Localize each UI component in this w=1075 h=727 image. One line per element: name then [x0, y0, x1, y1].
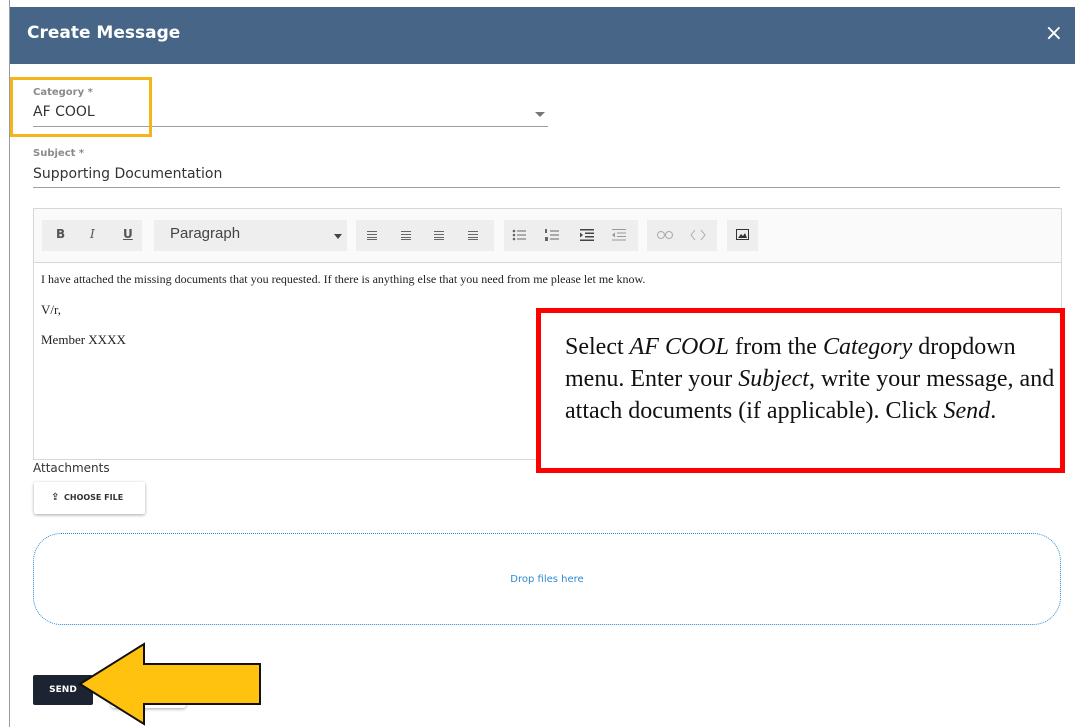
- align-center-icon[interactable]: [401, 231, 411, 240]
- instruction-callout: Select AF COOL from the Category dropdow…: [536, 308, 1065, 473]
- numbered-list-icon[interactable]: [545, 229, 559, 241]
- message-line-3: Member XXXX: [41, 332, 126, 347]
- choose-file-button[interactable]: ⇪ CHOOSE FILE: [34, 482, 145, 514]
- dialog-header: Create Message ×: [10, 7, 1075, 64]
- close-icon[interactable]: ×: [1045, 20, 1063, 48]
- subject-underline: [33, 187, 1060, 188]
- bold-button[interactable]: B: [56, 227, 65, 241]
- instruction-text: Select AF COOL from the Category dropdow…: [565, 334, 1055, 424]
- align-left-icon[interactable]: [367, 231, 377, 240]
- message-line-1: I have attached the missing documents th…: [41, 272, 646, 286]
- message-line-2: V/r,: [41, 302, 62, 317]
- italic-button[interactable]: I: [90, 227, 95, 241]
- format-select-label: Paragraph: [170, 225, 241, 242]
- dialog-title: Create Message: [27, 23, 181, 43]
- upload-icon: ⇪: [51, 492, 60, 503]
- unlink-icon[interactable]: [690, 229, 706, 241]
- editor-toolbar: B I U Paragraph: [34, 209, 1061, 263]
- highlight-box: [10, 77, 152, 137]
- link-icon[interactable]: [657, 231, 673, 239]
- file-drop-zone[interactable]: Drop files here: [33, 533, 1061, 625]
- chevron-down-icon: [334, 234, 342, 239]
- pointer-arrow-icon: [78, 642, 261, 726]
- underline-button[interactable]: U: [123, 227, 133, 241]
- drop-zone-text: Drop files here: [510, 574, 584, 585]
- align-right-icon[interactable]: [434, 231, 444, 240]
- chevron-down-icon[interactable]: [535, 112, 545, 117]
- subject-label: Subject *: [33, 148, 85, 159]
- image-icon[interactable]: [736, 229, 749, 240]
- attachments-label: Attachments: [33, 461, 110, 475]
- bullet-list-icon[interactable]: [512, 229, 526, 241]
- indent-icon[interactable]: [580, 229, 594, 241]
- choose-file-label: CHOOSE FILE: [64, 493, 124, 502]
- align-justify-icon[interactable]: [468, 231, 478, 240]
- background-edge: [0, 0, 10, 727]
- outdent-icon[interactable]: [612, 229, 626, 241]
- subject-input[interactable]: Supporting Documentation: [33, 166, 222, 182]
